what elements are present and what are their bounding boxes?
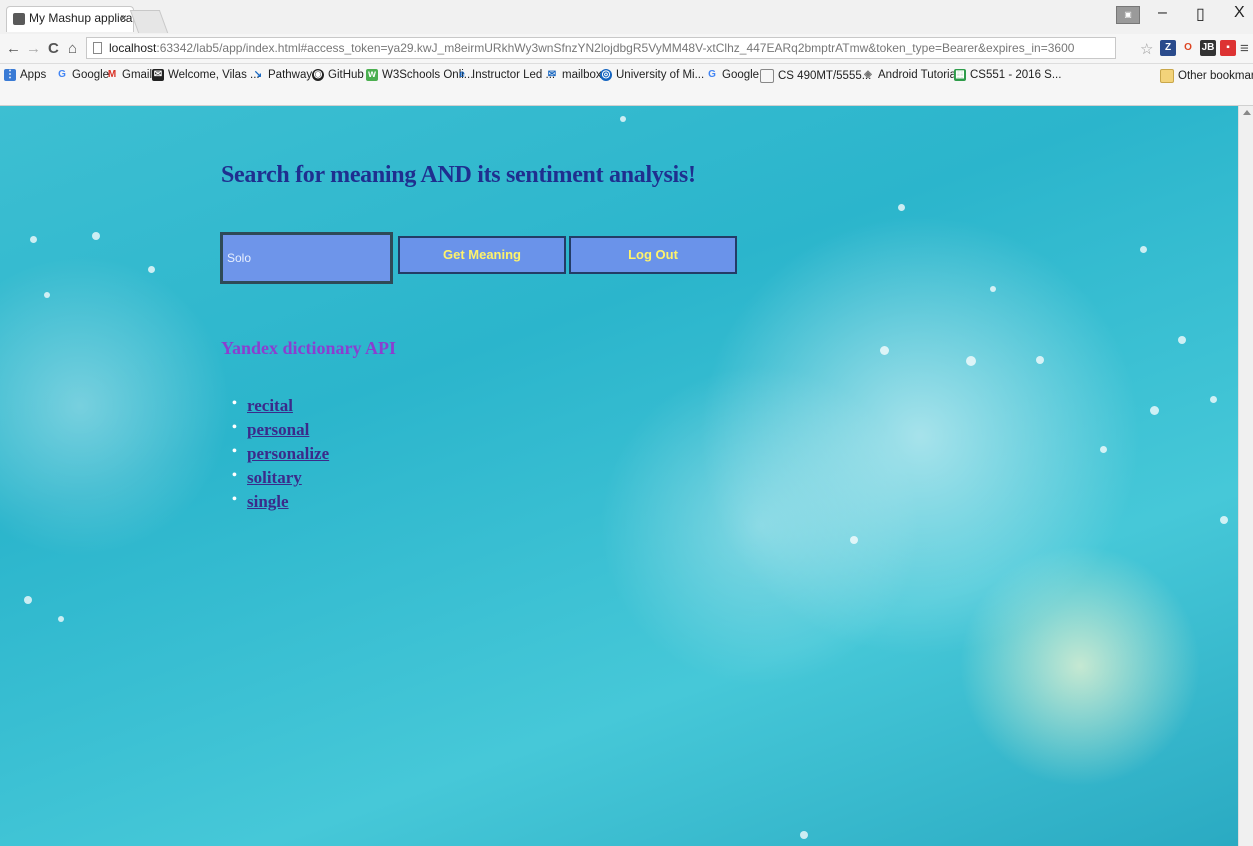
bokeh-dot: [30, 236, 37, 243]
mailbox-icon: ✉: [547, 69, 557, 80]
bokeh-dot: [1140, 246, 1147, 253]
bookmark-mailbox[interactable]: ✉ mailbox: [546, 69, 602, 81]
bookmarks-bar: ⋮ Apps G Google M Gmail ✉ Welcome, Vilas ...…: [0, 64, 1253, 106]
bokeh-dot: [1100, 446, 1107, 453]
maximize-button[interactable]: ▯: [1196, 4, 1205, 24]
log-out-button[interactable]: Log Out: [569, 236, 737, 274]
bokeh-dot: [148, 266, 155, 273]
reload-icon[interactable]: C: [48, 40, 59, 57]
word-search-input[interactable]: [220, 232, 393, 284]
synonym-list: recital personal personalize solitary single: [232, 396, 329, 516]
bokeh-dot: [966, 356, 976, 366]
gmail-icon: M: [107, 69, 117, 80]
page-heading: Search for meaning AND its sentiment ana…: [221, 162, 696, 188]
android-icon: ◈: [864, 69, 872, 80]
synonym-list-item: single: [232, 492, 329, 516]
tab-title: My Mashup applicati: [29, 11, 134, 25]
edx-icon: e: [459, 69, 465, 80]
page-favicon-icon: [13, 13, 25, 25]
bokeh-dot: [92, 232, 100, 240]
bokeh-dot: [800, 831, 808, 839]
profile-icon[interactable]: ▣: [1116, 6, 1140, 24]
mail-icon: ✉: [152, 69, 164, 81]
bookmark-cs490[interactable]: CS 490MT/5555...: [760, 69, 871, 83]
google-icon: G: [58, 69, 66, 80]
zotero-extension-icon[interactable]: Z: [1160, 40, 1176, 56]
bokeh-dot: [58, 616, 64, 622]
bookmark-pathway[interactable]: ↘ Pathway: [252, 69, 312, 81]
url-path: :63342/lab5/app/index.html#access_token=…: [156, 41, 1075, 55]
folder-icon: [1160, 69, 1174, 83]
bookmark-cs551[interactable]: ▦ CS551 - 2016 S...: [954, 69, 1061, 81]
github-icon: ◉: [312, 69, 324, 81]
browser-title-bar: My Mashup applicati × ▣ – ▯ X: [0, 0, 1253, 34]
page-icon: [93, 42, 102, 54]
bokeh-dot: [850, 536, 858, 544]
google-icon: G: [708, 69, 716, 80]
bokeh-dot: [880, 346, 889, 355]
jetbrains-extension-icon[interactable]: JB: [1200, 40, 1216, 56]
bookmark-welcome[interactable]: ✉ Welcome, Vilas ...: [152, 69, 260, 81]
yandex-api-title: Yandex dictionary API: [221, 338, 397, 358]
apps-grid-icon: ⋮: [4, 69, 16, 81]
menu-icon[interactable]: ≡: [1240, 40, 1249, 57]
bookmark-android-tutorial[interactable]: ◈ Android Tutorial: [862, 69, 958, 81]
home-icon[interactable]: ⌂: [68, 40, 77, 57]
sheets-icon: ▦: [954, 69, 966, 81]
bookmark-github[interactable]: ◉ GitHub: [312, 69, 364, 81]
bookmark-university[interactable]: ◎ University of Mi...: [600, 69, 704, 81]
close-window-button[interactable]: X: [1234, 4, 1245, 22]
w3schools-icon: w: [366, 69, 378, 81]
scroll-up-arrow-icon[interactable]: [1243, 110, 1251, 115]
page-content: Search for meaning AND its sentiment ana…: [0, 106, 1238, 846]
bookmark-apps[interactable]: ⋮ Apps: [4, 69, 46, 81]
extension-icon[interactable]: ▪: [1220, 40, 1236, 56]
synonym-link[interactable]: personal: [247, 420, 309, 439]
university-icon: ◎: [600, 69, 612, 81]
bookmark-google[interactable]: G Google: [56, 69, 109, 81]
bokeh-dot: [1150, 406, 1159, 415]
page-icon: [760, 69, 774, 83]
other-bookmarks[interactable]: Other bookmarks: [1160, 69, 1253, 83]
bokeh-dot: [44, 292, 50, 298]
new-tab-button[interactable]: [129, 10, 169, 33]
synonym-list-item: personalize: [232, 444, 329, 468]
back-arrow-icon[interactable]: ←: [6, 40, 21, 57]
url-host: localhost: [109, 41, 157, 55]
page-scrollbar[interactable]: [1238, 106, 1253, 846]
navigation-bar: ← → C ⌂ localhost:63342/lab5/app/index.h…: [0, 34, 1253, 64]
opera-extension-icon[interactable]: O: [1180, 40, 1196, 56]
synonym-link[interactable]: solitary: [247, 468, 302, 487]
bookmark-star-icon[interactable]: ☆: [1140, 40, 1153, 58]
get-meaning-button[interactable]: Get Meaning: [398, 236, 566, 274]
tab-close-icon[interactable]: ×: [120, 11, 127, 25]
synonym-link[interactable]: personalize: [247, 444, 329, 463]
pathway-icon: ↘: [253, 69, 263, 80]
bokeh-dot: [1036, 356, 1044, 364]
browser-tab[interactable]: My Mashup applicati ×: [6, 6, 134, 32]
bokeh-dot: [990, 286, 996, 292]
synonym-list-item: solitary: [232, 468, 329, 492]
bokeh-dot: [898, 204, 905, 211]
bookmark-gmail[interactable]: M Gmail: [106, 69, 152, 81]
synonym-list-item: personal: [232, 420, 329, 444]
minimize-button[interactable]: –: [1158, 4, 1167, 22]
synonym-link[interactable]: single: [247, 492, 289, 511]
bokeh-dot: [1220, 516, 1228, 524]
bookmark-instructor-led[interactable]: e Instructor Led ...: [456, 69, 555, 81]
bokeh-dot: [1178, 336, 1186, 344]
bookmark-google-2[interactable]: G Google: [706, 69, 759, 81]
synonym-list-item: recital: [232, 396, 329, 420]
address-bar[interactable]: localhost:63342/lab5/app/index.html#acce…: [86, 37, 1116, 59]
synonym-link[interactable]: recital: [247, 396, 293, 415]
bokeh-dot: [1210, 396, 1217, 403]
bokeh-dot: [24, 596, 32, 604]
forward-arrow-icon[interactable]: →: [26, 40, 41, 57]
bokeh-dot: [620, 116, 626, 122]
